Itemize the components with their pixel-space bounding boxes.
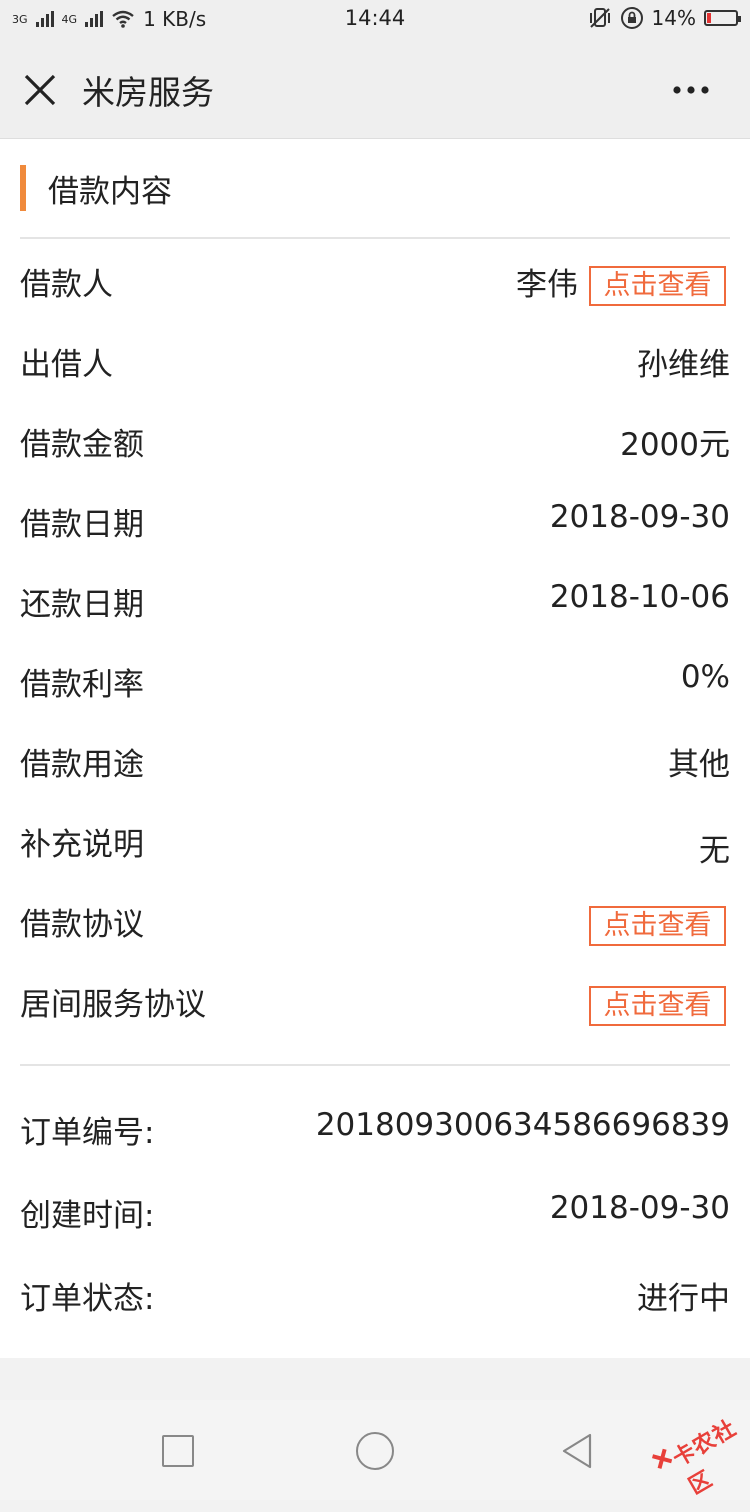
rate-value: 0%: [680, 659, 730, 695]
borrower-label: 借款人: [20, 267, 113, 303]
back-icon[interactable]: [560, 1432, 594, 1470]
loan-date-label: 借款日期: [20, 507, 144, 543]
loan-date-value: 2018-09-30: [549, 499, 730, 535]
row-lender: 出借人 孙维维: [20, 329, 730, 389]
agreement-label: 借款协议: [20, 907, 144, 943]
note-label: 补充说明: [20, 827, 144, 863]
row-repay-date: 还款日期 2018-10-06: [20, 569, 730, 629]
recent-apps-icon[interactable]: [162, 1435, 194, 1467]
amount-label: 借款金额: [20, 427, 144, 463]
section-title: 借款内容: [48, 173, 172, 210]
lender-value: 孙维维: [637, 347, 730, 383]
order-number-label: 订单编号:: [20, 1115, 155, 1151]
order-status-label: 订单状态:: [20, 1281, 155, 1317]
created-time-value: 2018-09-30: [549, 1190, 730, 1226]
view-borrower-button[interactable]: 点击查看: [589, 266, 726, 306]
home-icon[interactable]: [356, 1432, 394, 1470]
row-note: 补充说明 无: [20, 809, 730, 869]
loan-details-card: 借款内容 借款人 李伟 点击查看 出借人 孙维维 借款金额 2000元 借款日期…: [0, 139, 750, 1358]
purpose-value: 其他: [668, 747, 730, 783]
row-agreement: 借款协议 点击查看: [20, 889, 730, 949]
row-amount: 借款金额 2000元: [20, 409, 730, 469]
rotation-lock-icon: [620, 7, 643, 29]
created-time-label: 创建时间:: [20, 1198, 155, 1234]
service-agreement-label: 居间服务协议: [20, 987, 206, 1023]
title-bar: 米房服务: [0, 38, 750, 139]
page-title: 米房服务: [82, 73, 214, 112]
row-order-number: 订单编号: 201809300634586696839: [20, 1097, 730, 1157]
battery-percent: 14%: [651, 6, 696, 30]
section-accent-bar: [20, 165, 26, 211]
row-borrower: 借款人 李伟 点击查看: [20, 249, 730, 309]
amount-value: 2000元: [620, 427, 730, 463]
status-bar: 3G 4G 1 KB/s 14:44 14%: [0, 0, 750, 38]
status-right: 14%: [588, 6, 741, 30]
divider: [20, 1064, 730, 1066]
order-status-value: 进行中: [637, 1281, 730, 1317]
section-header: 借款内容: [20, 164, 172, 212]
divider: [20, 237, 730, 239]
battery-icon: [704, 10, 741, 26]
note-value: 无: [699, 833, 730, 869]
purpose-label: 借款用途: [20, 747, 144, 783]
row-loan-date: 借款日期 2018-09-30: [20, 489, 730, 549]
row-created-time: 创建时间: 2018-09-30: [20, 1180, 730, 1240]
view-agreement-button[interactable]: 点击查看: [589, 906, 726, 946]
view-service-agreement-button[interactable]: 点击查看: [589, 986, 726, 1026]
repay-date-label: 还款日期: [20, 587, 144, 623]
battery-fill: [707, 13, 711, 23]
more-icon[interactable]: [672, 78, 710, 102]
row-purpose: 借款用途 其他: [20, 729, 730, 789]
close-icon[interactable]: [22, 72, 58, 108]
row-order-status: 订单状态: 进行中: [20, 1263, 730, 1323]
borrower-value: 李伟: [516, 267, 578, 303]
system-nav-bar: [0, 1400, 750, 1500]
row-rate: 借款利率 0%: [20, 649, 730, 709]
vibrate-off-icon: [589, 8, 610, 28]
row-service-agreement: 居间服务协议 点击查看: [20, 969, 730, 1029]
order-number-value: 201809300634586696839: [315, 1107, 730, 1143]
lender-label: 出借人: [20, 347, 113, 383]
repay-date-value: 2018-10-06: [549, 579, 730, 615]
rate-label: 借款利率: [20, 667, 144, 703]
